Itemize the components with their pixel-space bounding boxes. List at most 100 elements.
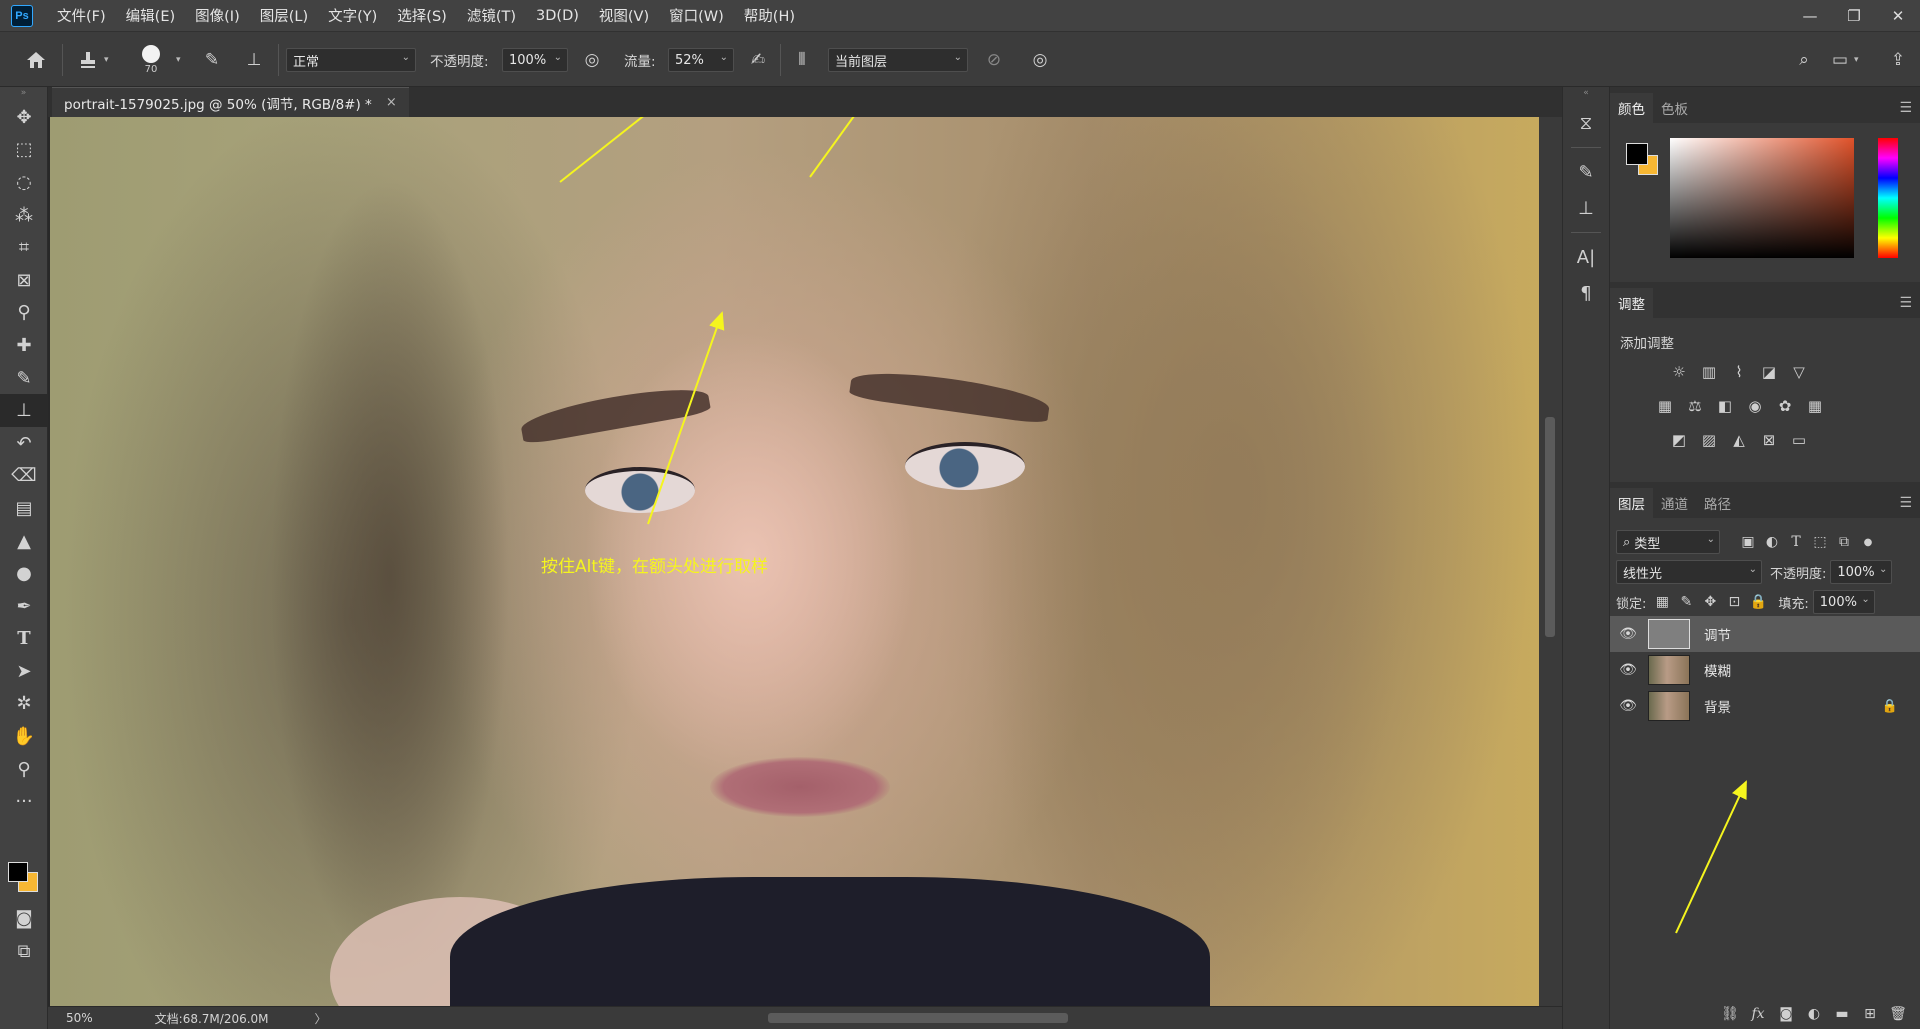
filter-type-icon[interactable]: T: [1784, 530, 1808, 554]
fill-field[interactable]: 100% ⌄: [1812, 590, 1875, 614]
document-tab[interactable]: portrait-1579025.jpg @ 50% (调节, RGB/8#) …: [52, 87, 409, 117]
layer-name[interactable]: 调节: [1704, 624, 1731, 644]
paragraph-icon[interactable]: ¶: [1563, 275, 1609, 311]
portrait-photo[interactable]: 按住Alt键，在额头处进行取样: [50, 117, 1539, 1006]
menu-image[interactable]: 图像(I): [195, 5, 240, 26]
fx-icon[interactable]: fx: [1744, 1001, 1772, 1027]
menu-type[interactable]: 文字(Y): [328, 5, 377, 26]
menu-window[interactable]: 窗口(W): [669, 5, 724, 26]
panel-menu-icon[interactable]: ☰: [1899, 495, 1912, 511]
zoom-icon[interactable]: ⚲: [0, 753, 48, 786]
character-icon[interactable]: A|: [1563, 239, 1609, 275]
color-swatches[interactable]: [8, 862, 40, 894]
vibrance-icon[interactable]: ▽: [1784, 358, 1814, 386]
menu-filter[interactable]: 滤镜(T): [467, 5, 516, 26]
workspace-icon[interactable]: ▭: [1826, 46, 1854, 74]
menu-3d[interactable]: 3D(D): [536, 8, 579, 24]
more-icon[interactable]: ···: [0, 785, 48, 818]
home-icon[interactable]: [22, 46, 50, 74]
chevron-down-icon[interactable]: ▾: [1854, 55, 1859, 65]
lock-pixels-icon[interactable]: ✎: [1674, 590, 1698, 614]
marquee-icon[interactable]: ⬚: [0, 134, 48, 167]
history-brush-icon[interactable]: ↶: [0, 427, 48, 460]
search-icon[interactable]: ⌕: [1790, 46, 1818, 74]
screen-mode-icon[interactable]: ⧉: [0, 935, 48, 968]
crop-icon[interactable]: ⌗: [0, 231, 48, 264]
minimize-button[interactable]: —: [1788, 0, 1832, 31]
lasso-icon[interactable]: ◌: [0, 166, 48, 199]
gradient-map-icon[interactable]: ▭: [1784, 426, 1814, 454]
tab-color[interactable]: 颜色: [1610, 93, 1653, 123]
invert-icon[interactable]: ◩: [1664, 426, 1694, 454]
menu-layer[interactable]: 图层(L): [260, 5, 308, 26]
new-group-icon[interactable]: ▬: [1828, 1001, 1856, 1027]
menu-edit[interactable]: 编辑(E): [126, 5, 175, 26]
frame-icon[interactable]: ⊠: [0, 264, 48, 297]
menu-view[interactable]: 视图(V): [599, 5, 649, 26]
airbrush-icon[interactable]: ✍: [744, 46, 772, 74]
aligned-icon[interactable]: ⫴: [788, 46, 816, 74]
new-adjustment-icon[interactable]: ◐: [1800, 1001, 1828, 1027]
eraser-icon[interactable]: ⌫: [0, 460, 48, 493]
tab-swatches[interactable]: 色板: [1653, 93, 1696, 123]
visibility-eye-icon[interactable]: 👁: [1614, 662, 1642, 678]
ignore-adjustment-icon[interactable]: ⊘: [980, 46, 1008, 74]
exposure-icon[interactable]: ◪: [1754, 358, 1784, 386]
hand-icon[interactable]: ✋: [0, 720, 48, 753]
layer-filter-select[interactable]: ⌕ 类型 ⌄: [1616, 530, 1720, 554]
chevron-down-icon[interactable]: ▾: [176, 55, 181, 65]
healing-brush-icon[interactable]: ✚: [0, 329, 48, 362]
close-tab-icon[interactable]: ×: [386, 95, 397, 110]
clone-stamp-icon[interactable]: ⊥: [0, 394, 48, 427]
chevron-down-icon[interactable]: ▾: [104, 55, 109, 65]
levels-icon[interactable]: ▥: [1694, 358, 1724, 386]
tab-channels[interactable]: 通道: [1653, 488, 1696, 518]
close-button[interactable]: ✕: [1876, 0, 1920, 31]
pen-icon[interactable]: ✒: [0, 590, 48, 623]
posterize-icon[interactable]: ▨: [1694, 426, 1724, 454]
zoom-level[interactable]: 50%: [66, 1011, 93, 1025]
channel-mixer-icon[interactable]: ✿: [1770, 392, 1800, 420]
foreground-color-swatch[interactable]: [1626, 143, 1648, 165]
shape-icon[interactable]: ✲: [0, 688, 48, 721]
panel-grip-icon[interactable]: »: [0, 87, 47, 101]
foreground-color-swatch[interactable]: [8, 862, 28, 882]
share-icon[interactable]: ⇪: [1884, 46, 1912, 74]
pressure-opacity-icon[interactable]: ◎: [578, 46, 606, 74]
filter-smart-icon[interactable]: ⧉: [1832, 530, 1856, 554]
delete-layer-icon[interactable]: 🗑: [1884, 1001, 1912, 1027]
new-layer-icon[interactable]: ⊞: [1856, 1001, 1884, 1027]
layer-row[interactable]: 👁 调节: [1610, 616, 1920, 652]
menu-select[interactable]: 选择(S): [397, 5, 447, 26]
photo-filter-icon[interactable]: ◉: [1740, 392, 1770, 420]
quick-mask-icon[interactable]: ◙: [0, 902, 48, 935]
tab-paths[interactable]: 路径: [1696, 488, 1739, 518]
gradient-icon[interactable]: ▤: [0, 492, 48, 525]
layer-blend-mode-select[interactable]: 线性光 ⌄: [1616, 560, 1762, 584]
filter-pixel-icon[interactable]: ▣: [1736, 530, 1760, 554]
tab-adjustments[interactable]: 调整: [1610, 288, 1653, 318]
eyedropper-icon[interactable]: ⚲: [0, 297, 48, 330]
menu-help[interactable]: 帮助(H): [744, 5, 795, 26]
panel-grip-icon[interactable]: «: [1563, 87, 1609, 101]
dodge-icon[interactable]: ●: [0, 557, 48, 590]
lock-transparency-icon[interactable]: ▦: [1650, 590, 1674, 614]
history-icon[interactable]: ⧖: [1563, 105, 1609, 141]
status-menu-arrow[interactable]: 〉: [315, 1010, 327, 1027]
black-white-icon[interactable]: ◧: [1710, 392, 1740, 420]
brightness-icon[interactable]: ☼: [1664, 358, 1694, 386]
tab-layers[interactable]: 图层: [1610, 488, 1653, 518]
lock-artboard-icon[interactable]: ⊡: [1722, 590, 1746, 614]
hue-slider[interactable]: [1878, 138, 1898, 258]
layer-opacity-field[interactable]: 100% ⌄: [1830, 560, 1893, 584]
opacity-field[interactable]: 100% ⌄: [502, 48, 568, 72]
brush-settings-icon[interactable]: ✎: [198, 46, 226, 74]
color-picker-field[interactable]: [1670, 138, 1854, 258]
path-select-icon[interactable]: ➤: [0, 655, 48, 688]
layer-row[interactable]: 👁 模糊: [1610, 652, 1920, 688]
clone-source-icon[interactable]: ⊥: [240, 46, 268, 74]
filter-adjustment-icon[interactable]: ◐: [1760, 530, 1784, 554]
link-layers-icon[interactable]: ⛓: [1716, 1001, 1744, 1027]
visibility-eye-icon[interactable]: 👁: [1614, 698, 1642, 714]
color-balance-icon[interactable]: ⚖: [1680, 392, 1710, 420]
